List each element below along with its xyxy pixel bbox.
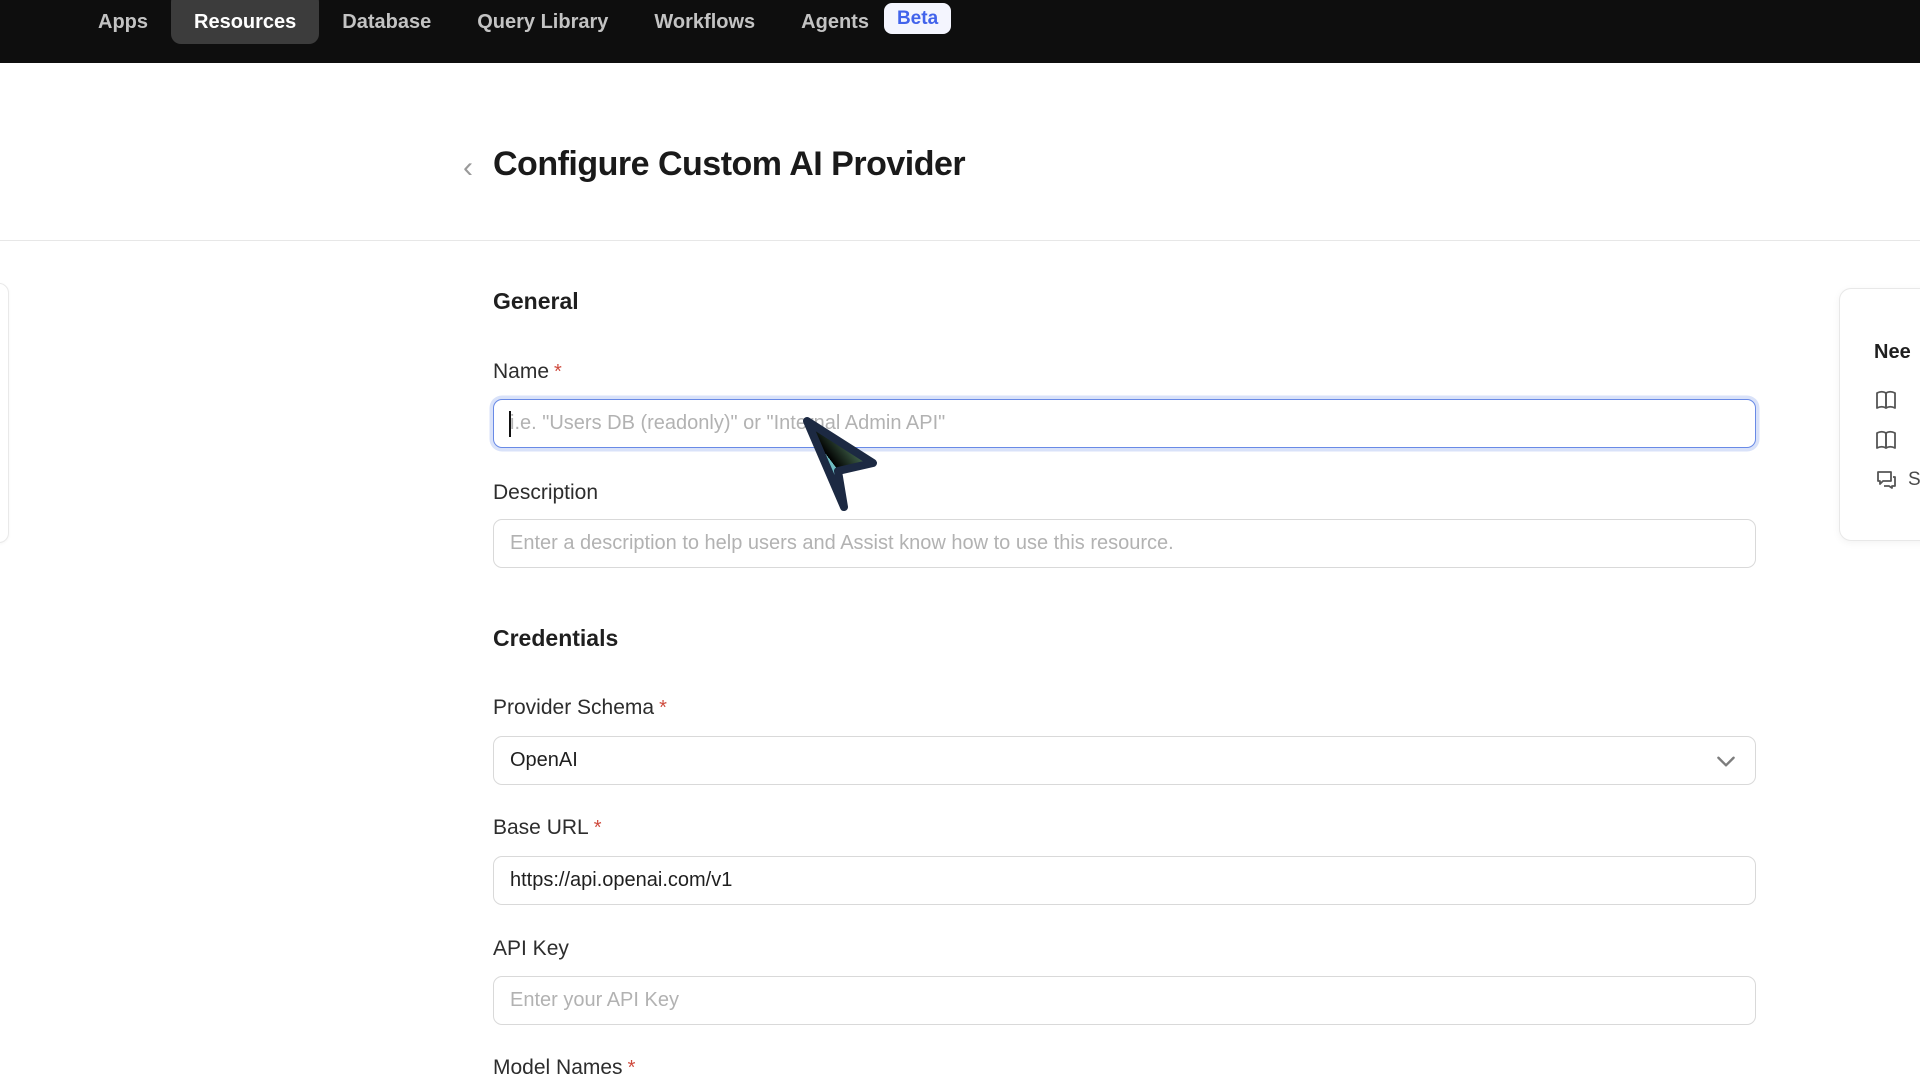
left-card-edge: [0, 283, 9, 543]
api-key-label-text: API Key: [493, 937, 569, 960]
help-link-docs-1[interactable]: [1874, 388, 1920, 412]
help-panel-title: Nee: [1874, 341, 1920, 364]
header-divider: [0, 240, 1920, 241]
model-names-label-text: Model Names: [493, 1056, 623, 1079]
help-panel: Nee S: [1839, 288, 1920, 541]
chevron-down-icon: [1713, 748, 1739, 774]
text-caret: [509, 411, 511, 437]
nav-tab-workflows[interactable]: Workflows: [631, 0, 778, 44]
nav-tab-database[interactable]: Database: [319, 0, 454, 44]
description-label-text: Description: [493, 481, 598, 504]
base-url-label-text: Base URL: [493, 816, 589, 839]
required-asterisk: *: [659, 697, 667, 719]
api-key-input[interactable]: [493, 976, 1756, 1025]
back-button[interactable]: ‹: [455, 150, 481, 186]
provider-schema-label: Provider Schema*: [493, 696, 667, 720]
help-link-docs-2[interactable]: [1874, 428, 1920, 452]
chat-icon: [1874, 468, 1898, 492]
page-title: Configure Custom AI Provider: [493, 145, 965, 184]
book-icon: [1874, 388, 1898, 412]
required-asterisk: *: [628, 1057, 636, 1079]
book-icon: [1874, 428, 1898, 452]
base-url-input[interactable]: [493, 856, 1756, 905]
provider-schema-value: OpenAI: [510, 749, 578, 772]
nav-tab-resources[interactable]: Resources: [171, 0, 319, 44]
provider-schema-label-text: Provider Schema: [493, 696, 654, 719]
model-names-label: Model Names*: [493, 1056, 635, 1080]
section-heading-general: General: [493, 288, 579, 315]
nav-tab-apps[interactable]: Apps: [75, 0, 171, 44]
name-input[interactable]: [493, 399, 1756, 448]
api-key-label: API Key: [493, 937, 569, 961]
beta-badge: Beta: [884, 3, 951, 34]
name-label: Name*: [493, 360, 562, 384]
base-url-label: Base URL*: [493, 816, 602, 840]
name-label-text: Name: [493, 360, 549, 383]
section-heading-credentials: Credentials: [493, 625, 618, 652]
nav-tab-agents[interactable]: Agents: [778, 0, 892, 44]
provider-schema-select[interactable]: OpenAI: [493, 736, 1756, 785]
help-link-support[interactable]: S: [1874, 468, 1920, 492]
help-link-label: S: [1908, 469, 1920, 491]
required-asterisk: *: [554, 361, 562, 383]
description-input[interactable]: [493, 519, 1756, 568]
nav-tab-query-library[interactable]: Query Library: [454, 0, 631, 44]
description-label: Description: [493, 481, 598, 505]
required-asterisk: *: [594, 817, 602, 839]
top-navigation: Apps Resources Database Query Library Wo…: [0, 0, 1920, 63]
